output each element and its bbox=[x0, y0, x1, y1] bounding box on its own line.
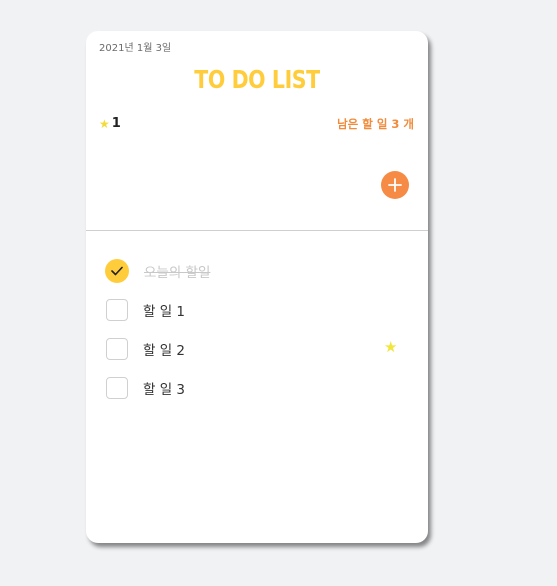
todo-text[interactable]: 할 일 2 bbox=[143, 339, 185, 359]
divider bbox=[86, 230, 428, 231]
add-todo-button[interactable] bbox=[381, 171, 409, 199]
todo-checkbox-checked[interactable] bbox=[105, 258, 129, 283]
checkmark-icon bbox=[111, 266, 123, 275]
todo-checkbox[interactable] bbox=[106, 337, 128, 360]
plus-icon bbox=[388, 178, 402, 192]
remaining-count: 남은 할 일 3 개 bbox=[337, 117, 414, 131]
todo-text[interactable]: 할 일 3 bbox=[143, 378, 185, 398]
app-title: TO DO LIST bbox=[194, 65, 320, 94]
star-icon[interactable]: ★ bbox=[384, 340, 397, 355]
date-label: 2021년 1월 3일 bbox=[99, 43, 172, 54]
starred-count-value: 1 bbox=[111, 116, 121, 131]
todo-list: 오늘의 할일 할 일 1 할 일 2 ★ 할 일 3 bbox=[105, 251, 406, 407]
todo-item: 할 일 2 ★ bbox=[106, 329, 406, 368]
todo-checkbox[interactable] bbox=[106, 376, 128, 399]
starred-count: ★ 1 bbox=[99, 116, 121, 131]
todo-card: 2021년 1월 3일 TO DO LIST ★ 1 남은 할 일 3 개 오늘… bbox=[86, 31, 428, 543]
todo-text[interactable]: 오늘의 할일 bbox=[144, 261, 210, 281]
todo-item: 할 일 1 bbox=[106, 290, 406, 329]
todo-item: 오늘의 할일 bbox=[105, 251, 406, 290]
todo-checkbox[interactable] bbox=[106, 298, 128, 321]
todo-item: 할 일 3 bbox=[106, 368, 406, 407]
star-icon: ★ bbox=[99, 116, 110, 131]
todo-text[interactable]: 할 일 1 bbox=[143, 300, 185, 320]
